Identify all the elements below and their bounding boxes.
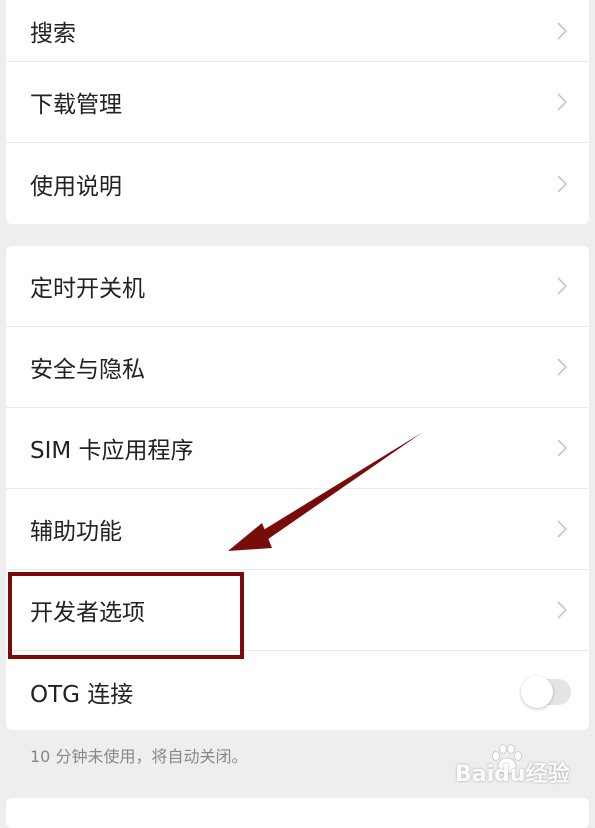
chevron-right-icon — [557, 277, 567, 295]
settings-item-user-guide[interactable]: 使用说明 — [6, 143, 589, 224]
otg-toggle[interactable] — [521, 675, 571, 708]
settings-group-top: 搜索 下载管理 使用说明 — [6, 0, 589, 224]
baidu-watermark: Baidu经验 — [455, 740, 575, 787]
settings-item-label: SIM 卡应用程序 — [30, 438, 194, 464]
settings-item-label: OTG 连接 — [30, 681, 134, 708]
settings-item-developer-options[interactable]: 开发者选项 — [6, 570, 589, 651]
settings-item-label: 开发者选项 — [30, 600, 145, 626]
settings-item-security-privacy[interactable]: 安全与隐私 — [6, 327, 589, 408]
chevron-right-icon — [557, 21, 567, 40]
settings-item-download-manager[interactable]: 下载管理 — [6, 62, 589, 143]
settings-item-sim-apps[interactable]: SIM 卡应用程序 — [6, 408, 589, 489]
settings-item-label: 下载管理 — [30, 92, 122, 118]
settings-item-label: 搜索 — [30, 20, 76, 47]
chevron-right-icon — [557, 601, 567, 619]
settings-item-otg[interactable]: OTG 连接 — [6, 651, 589, 730]
settings-item-scheduled-power[interactable]: 定时开关机 — [6, 246, 589, 327]
chevron-right-icon — [557, 520, 567, 538]
watermark-text: Baidu经验 — [455, 762, 570, 787]
settings-group-bottom — [6, 798, 589, 828]
settings-item-label: 使用说明 — [30, 173, 122, 200]
settings-item-label: 安全与隐私 — [30, 357, 145, 383]
settings-item-accessibility[interactable]: 辅助功能 — [6, 489, 589, 570]
settings-item-label: 辅助功能 — [30, 519, 122, 545]
chevron-right-icon — [557, 358, 567, 376]
chevron-right-icon — [557, 174, 567, 193]
settings-item-label: 定时开关机 — [30, 276, 145, 302]
chevron-right-icon — [557, 93, 567, 111]
toggle-knob — [521, 675, 553, 708]
settings-item-search[interactable]: 搜索 — [6, 0, 589, 62]
chevron-right-icon — [557, 439, 567, 457]
otg-footnote: 10 分钟未使用，将自动关闭。 — [30, 747, 248, 766]
settings-group-main: 定时开关机 安全与隐私 SIM 卡应用程序 辅助功能 开发者选项 OTG 连接 — [6, 246, 589, 730]
baidu-paw-icon — [492, 744, 522, 775]
